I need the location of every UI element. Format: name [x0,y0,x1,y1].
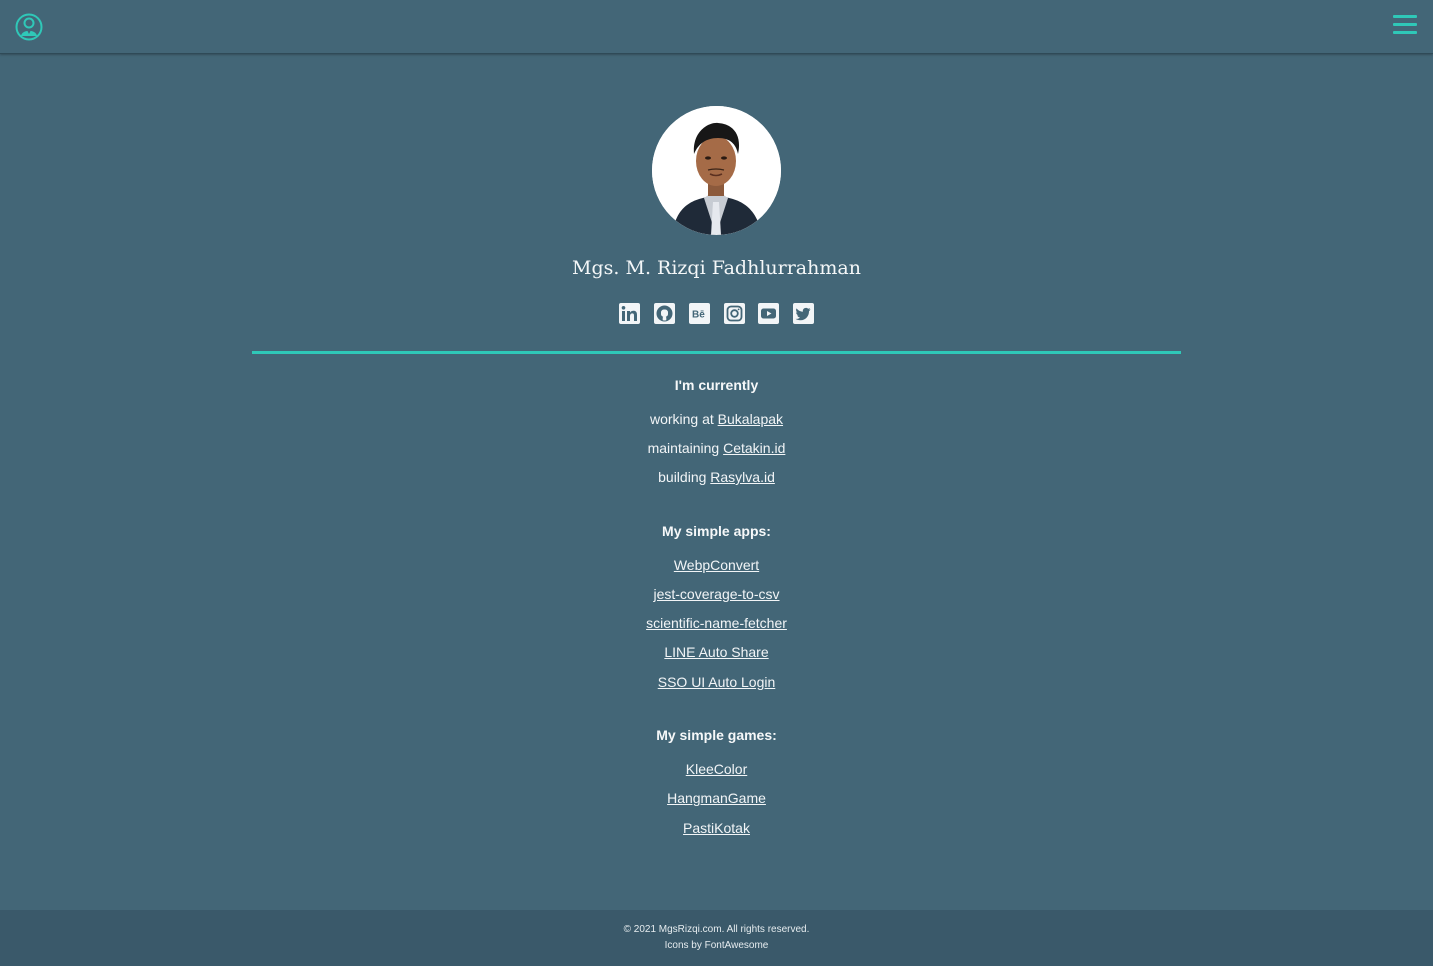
app-item: SSO UI Auto Login [0,674,1433,690]
svg-text:Bē: Bē [692,310,705,321]
hangmangame-link[interactable]: HangmanGame [667,790,766,806]
game-item: HangmanGame [0,790,1433,806]
currently-prefix: building [658,469,711,485]
currently-item-maintain: maintaining Cetakin.id [0,440,1433,456]
top-navbar [0,0,1433,54]
hamburger-menu-icon[interactable] [1393,14,1417,36]
app-item: jest-coverage-to-csv [0,586,1433,602]
main-content: Mgs. M. Rizqi Fadhlurrahman Bē I'm curre… [0,54,1433,910]
currently-item-work: working at Bukalapak [0,411,1433,427]
twitter-icon[interactable] [793,303,814,324]
social-links: Bē [618,303,818,325]
linkedin-icon[interactable] [619,303,640,324]
cetakin-link[interactable]: Cetakin.id [723,440,785,456]
app-item: WebpConvert [0,557,1433,573]
kleecolor-link[interactable]: KleeColor [686,761,747,777]
behance-icon[interactable]: Bē [689,303,710,324]
app-item: LINE Auto Share [0,644,1433,660]
copyright-text: © 2021 MgsRizqi.com. All rights reserved… [623,924,810,935]
currently-item-build: building Rasylva.id [0,469,1433,485]
apps-title: My simple apps: [662,523,771,539]
game-item: PastiKotak [0,820,1433,836]
person-circle-icon[interactable] [15,13,43,41]
page-footer: © 2021 MgsRizqi.com. All rights reserved… [0,910,1433,966]
section-divider [252,351,1181,354]
youtube-icon[interactable] [758,303,779,324]
games-title: My simple games: [656,727,777,743]
bukalapak-link[interactable]: Bukalapak [718,411,783,427]
currently-prefix: working at [649,411,718,427]
app-item: scientific-name-fetcher [0,615,1433,631]
profile-name: Mgs. M. Rizqi Fadhlurrahman [572,257,861,279]
profile-photo [652,106,781,235]
currently-prefix: maintaining [647,440,724,456]
scientific-name-link[interactable]: scientific-name-fetcher [646,615,787,631]
game-item: KleeColor [0,761,1433,777]
currently-title: I'm currently [674,377,759,393]
jest-coverage-link[interactable]: jest-coverage-to-csv [653,586,779,602]
rasylva-link[interactable]: Rasylva.id [710,469,775,485]
webpconvert-link[interactable]: WebpConvert [674,557,759,573]
pastikotak-link[interactable]: PastiKotak [683,820,750,836]
sso-ui-login-link[interactable]: SSO UI Auto Login [658,674,776,690]
instagram-icon[interactable] [724,303,745,324]
credits-text: Icons by FontAwesome [664,940,769,951]
github-icon[interactable] [654,303,675,324]
line-auto-share-link[interactable]: LINE Auto Share [664,644,768,660]
